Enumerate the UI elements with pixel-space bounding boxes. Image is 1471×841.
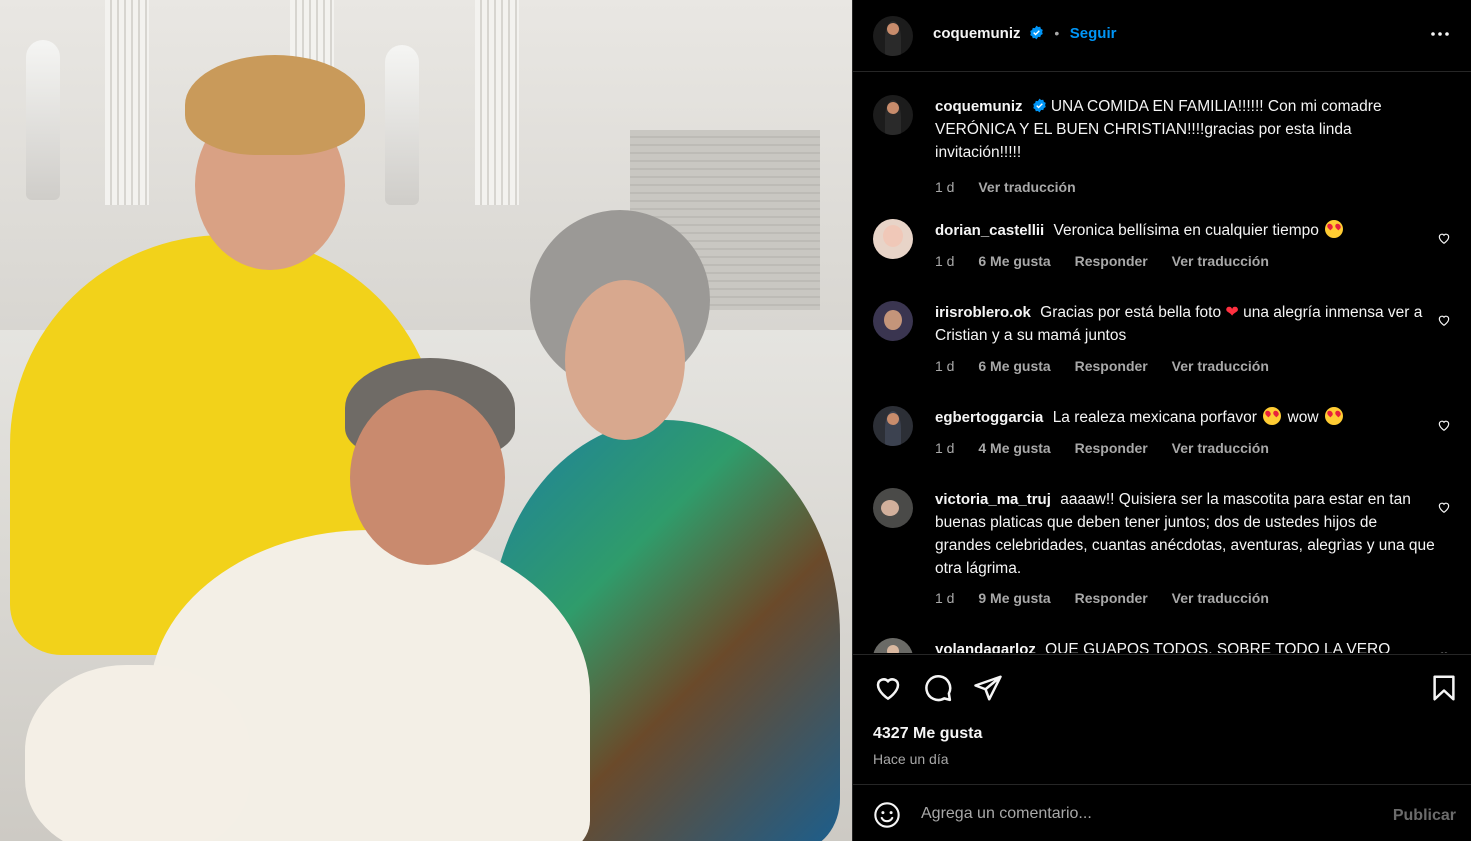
comment-text: wow — [1287, 409, 1319, 426]
photo-statue — [385, 45, 419, 205]
comment-like-heart-icon[interactable] — [1437, 418, 1451, 432]
comment-text: La realeza mexicana porfavor — [1052, 409, 1257, 426]
comment-likes[interactable]: 6 Me gusta — [978, 358, 1050, 374]
header-user-line: coquemuniz • Seguir — [933, 25, 1116, 43]
comment-body: egbertoggarcia La realeza mexicana porfa… — [935, 406, 1435, 429]
caption-time: 1 d — [935, 179, 955, 195]
photo-pomeranian-dog — [25, 665, 250, 841]
photo-hair — [185, 55, 365, 155]
comment-composer: Publicar — [853, 784, 1471, 841]
smiley-icon[interactable] — [873, 801, 901, 829]
comment-like-heart-icon[interactable] — [1437, 650, 1451, 653]
heart-eyes-emoji-icon — [1325, 220, 1344, 238]
post-actions: 4327 Me gusta Hace un día — [853, 654, 1471, 784]
photo-face — [565, 280, 685, 440]
verified-badge-icon — [1030, 25, 1043, 40]
reply-button[interactable]: Responder — [1075, 590, 1148, 606]
comment-meta: 1 d 6 Me gusta Responder Ver traducción — [935, 253, 1289, 269]
translate-link[interactable]: Ver traducción — [978, 179, 1075, 195]
comment-time: 1 d — [935, 590, 955, 606]
comment-body: yolandagarloz QUE GUAPOS TODOS, SOBRE TO… — [935, 638, 1435, 653]
caption-meta: 1 d Ver traducción — [935, 179, 1096, 195]
photo-column — [105, 0, 149, 205]
post-header: coquemuniz • Seguir — [853, 0, 1471, 72]
comment-likes[interactable]: 6 Me gusta — [978, 253, 1050, 269]
comment-time: 1 d — [935, 358, 955, 374]
comment-body: victoria_ma_truj aaaaw!! Quisiera ser la… — [935, 488, 1435, 580]
comment-likes[interactable]: 4 Me gusta — [978, 440, 1050, 456]
comment-text: QUE GUAPOS TODOS, SOBRE TODO LA VERO — [1045, 641, 1391, 653]
comment-body: dorian_castellii Veronica bellísima en c… — [935, 219, 1435, 242]
comments-list[interactable]: coquemuniz UNA COMIDA EN FAMILIA!!!!!! C… — [853, 73, 1471, 653]
avatar[interactable] — [873, 488, 913, 528]
avatar[interactable] — [873, 16, 913, 56]
comment-like-heart-icon[interactable] — [1437, 313, 1451, 327]
photo-column — [475, 0, 519, 205]
translate-link[interactable]: Ver traducción — [1172, 253, 1269, 269]
avatar[interactable] — [873, 95, 913, 135]
comment-username[interactable]: dorian_castellii — [935, 222, 1044, 239]
comment-input[interactable] — [921, 799, 1361, 829]
more-horizontal-icon[interactable] — [1428, 22, 1452, 46]
photo-face — [350, 390, 505, 565]
comment-username[interactable]: yolandagarloz — [935, 641, 1036, 653]
comment-like-heart-icon[interactable] — [1437, 500, 1451, 514]
caption-username[interactable]: coquemuniz — [935, 98, 1023, 115]
header-username[interactable]: coquemuniz — [933, 25, 1021, 42]
heart-eyes-emoji-icon — [1263, 407, 1282, 425]
follow-button[interactable]: Seguir — [1070, 25, 1117, 42]
comment-likes[interactable]: 9 Me gusta — [978, 590, 1050, 606]
comment-username[interactable]: victoria_ma_truj — [935, 491, 1051, 508]
comment-meta: 1 d 9 Me gusta Responder Ver traducción — [935, 590, 1289, 606]
heart-eyes-emoji-icon — [1324, 407, 1343, 425]
comment-time: 1 d — [935, 253, 955, 269]
avatar[interactable] — [873, 219, 913, 259]
bookmark-icon[interactable] — [1429, 673, 1459, 703]
reply-button[interactable]: Responder — [1075, 440, 1148, 456]
comment-username[interactable]: egbertoggarcia — [935, 409, 1043, 426]
paper-plane-icon[interactable] — [973, 673, 1003, 703]
comment-meta: 1 d 4 Me gusta Responder Ver traducción — [935, 440, 1289, 456]
avatar[interactable] — [873, 301, 913, 341]
post-photo[interactable] — [0, 0, 852, 841]
caption-body: coquemuniz UNA COMIDA EN FAMILIA!!!!!! C… — [935, 95, 1435, 164]
like-count[interactable]: 4327 Me gusta — [873, 725, 982, 743]
comment-icon[interactable] — [923, 673, 953, 703]
separator-dot: • — [1054, 25, 1060, 41]
avatar[interactable] — [873, 638, 913, 653]
post-side-panel: coquemuniz • Seguir coquemuniz UNA COMID… — [852, 0, 1471, 841]
comment-username[interactable]: irisroblero.ok — [935, 304, 1031, 321]
post-comment-button[interactable]: Publicar — [1393, 807, 1456, 825]
reply-button[interactable]: Responder — [1075, 253, 1148, 269]
translate-link[interactable]: Ver traducción — [1172, 590, 1269, 606]
comment-text: Gracias por está bella foto — [1040, 304, 1222, 321]
reply-button[interactable]: Responder — [1075, 358, 1148, 374]
red-heart-emoji-icon: ❤ — [1225, 304, 1239, 321]
heart-outline-icon[interactable] — [873, 673, 903, 703]
comment-like-heart-icon[interactable] — [1437, 231, 1451, 245]
comment-body: irisroblero.ok Gracias por está bella fo… — [935, 301, 1435, 347]
translate-link[interactable]: Ver traducción — [1172, 440, 1269, 456]
verified-badge-icon — [1032, 98, 1046, 113]
translate-link[interactable]: Ver traducción — [1172, 358, 1269, 374]
comment-text: Veronica bellísima en cualquier tiempo — [1053, 222, 1319, 239]
avatar[interactable] — [873, 406, 913, 446]
comment-time: 1 d — [935, 440, 955, 456]
post-timestamp: Hace un día — [873, 751, 949, 767]
photo-statue — [26, 40, 60, 200]
comment-meta: 1 d 6 Me gusta Responder Ver traducción — [935, 358, 1289, 374]
